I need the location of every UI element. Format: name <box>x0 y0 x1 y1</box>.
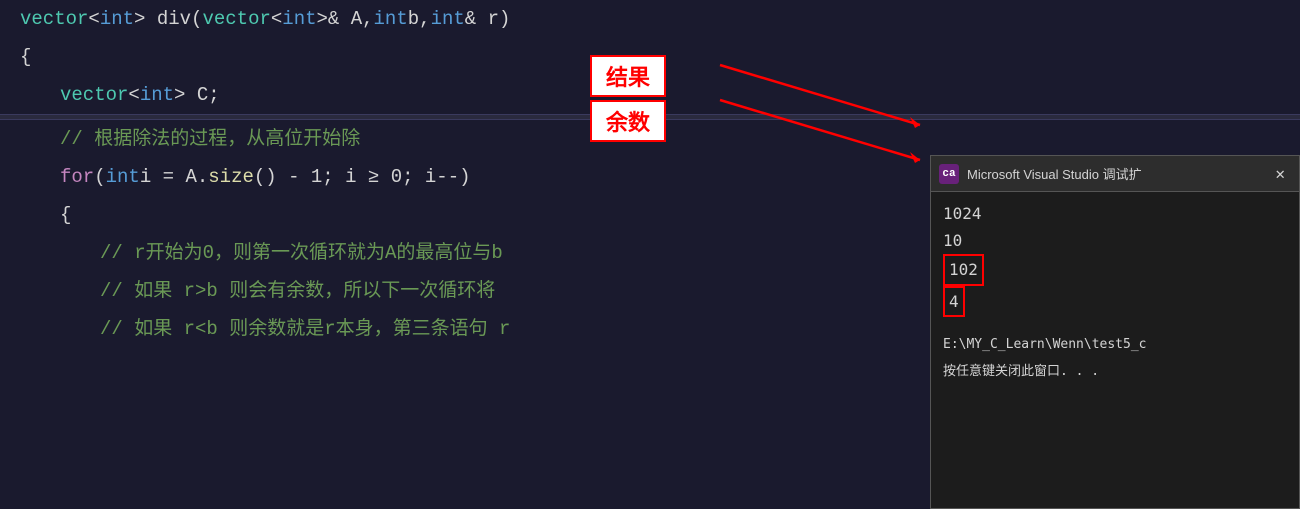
code-token: < <box>271 4 282 34</box>
code-token: & r) <box>465 4 511 34</box>
output-line-4: 4 <box>943 286 1287 317</box>
comment-text: // 如果 r<b 则余数就是r本身，第三条语句 r <box>100 314 510 344</box>
vs-icon-text: ca <box>942 168 955 180</box>
code-token: { <box>60 200 71 230</box>
vs-path: E:\MY_C_Learn\Wenn\test5_c <box>943 333 1287 356</box>
code-editor: vector < int > div( vector < int >& A, i… <box>0 0 1300 509</box>
output-highlighted-4: 4 <box>943 286 965 317</box>
code-token: > div( <box>134 4 202 34</box>
code-token: int <box>374 4 408 34</box>
vs-content: 1024 10 102 4 E:\MY_C_Learn\Wenn\test5_c… <box>931 192 1299 392</box>
annotation-text-result: 结果 <box>606 65 650 90</box>
code-line-1: vector < int > div( vector < int >& A, i… <box>0 0 1300 38</box>
vs-titlebar: ca Microsoft Visual Studio 调试扩 ✕ <box>931 156 1299 192</box>
code-line-3: vector < int > C; <box>40 76 1300 114</box>
vs-icon: ca <box>939 164 959 184</box>
comment-text: // 根据除法的过程，从高位开始除 <box>60 124 360 154</box>
output-line-3: 102 <box>943 254 1287 285</box>
code-token: i = A. <box>140 162 208 192</box>
code-token: vector <box>60 80 128 110</box>
code-token: vector <box>202 4 270 34</box>
output-highlighted-102: 102 <box>943 254 984 285</box>
annotation-text-remainder: 余数 <box>606 110 650 135</box>
comment-text: // 如果 r>b 则会有余数，所以下一次循环将 <box>100 276 495 306</box>
code-token: for <box>60 162 94 192</box>
code-token: int <box>282 4 316 34</box>
code-token: int <box>140 80 174 110</box>
code-token: > C; <box>174 80 220 110</box>
code-token: () - 1; i ≥ 0; i--) <box>254 162 471 192</box>
output-line-2: 10 <box>943 227 1287 254</box>
vs-title: Microsoft Visual Studio 调试扩 <box>967 164 1269 183</box>
code-token: int <box>100 4 134 34</box>
code-token: { <box>20 42 31 72</box>
code-token: < <box>88 4 99 34</box>
code-token: ( <box>94 162 105 192</box>
code-token: int <box>106 162 140 192</box>
annotation-box-remainder: 余数 <box>590 100 666 142</box>
comment-text: // r开始为0，则第一次循环就为A的最高位与b <box>100 238 503 268</box>
output-line-1: 1024 <box>943 200 1287 227</box>
code-token: >& A, <box>317 4 374 34</box>
code-token: size <box>208 162 254 192</box>
code-token: < <box>128 80 139 110</box>
vs-footer: 按任意键关闭此窗口. . . <box>943 360 1287 383</box>
vs-output-window: ca Microsoft Visual Studio 调试扩 ✕ 1024 10… <box>930 155 1300 509</box>
code-comment-1: // 根据除法的过程，从高位开始除 <box>40 120 1300 158</box>
annotation-box-result: 结果 <box>590 55 666 97</box>
code-token: vector <box>20 4 88 34</box>
vs-close-button[interactable]: ✕ <box>1269 162 1291 186</box>
code-token: int <box>431 4 465 34</box>
annotation-container: 结果 余数 <box>590 55 666 142</box>
code-token: b, <box>408 4 431 34</box>
